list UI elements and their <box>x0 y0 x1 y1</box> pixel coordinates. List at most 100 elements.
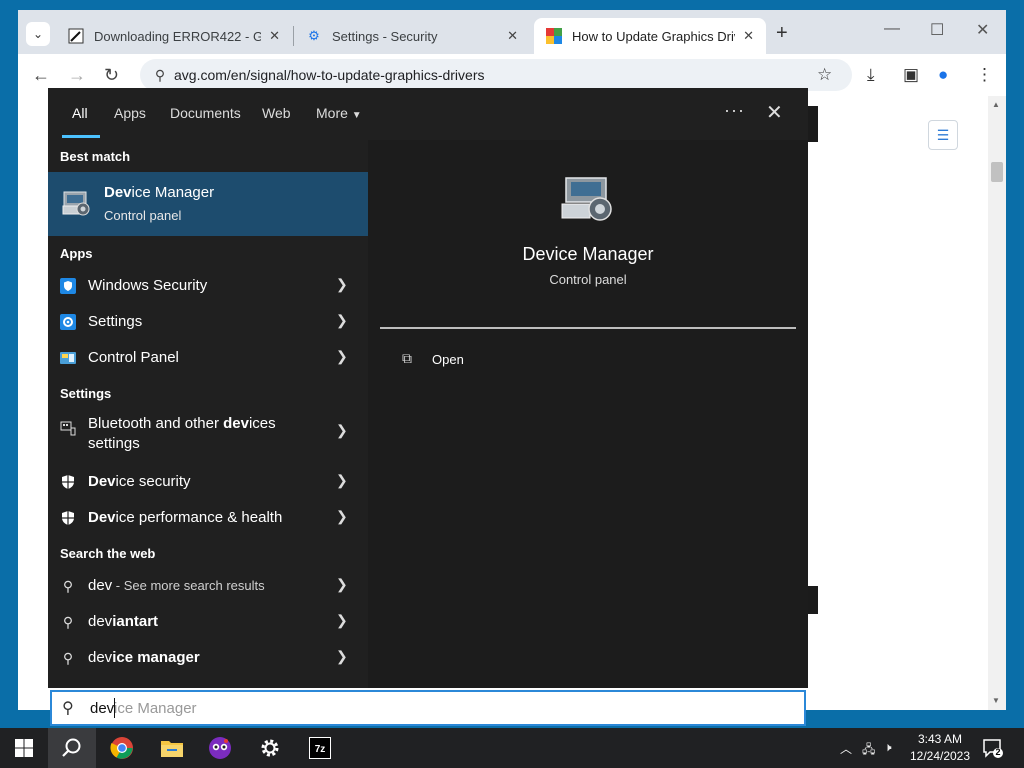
volume-muted-icon[interactable]: 🕨 <box>884 740 892 755</box>
result-settings[interactable]: Settings ❯ <box>48 304 368 340</box>
7zip-button[interactable]: 7z <box>296 728 344 768</box>
close-icon[interactable]: ✕ <box>507 28 518 44</box>
result-device-performance[interactable]: Device performance & health ❯ <box>48 500 368 536</box>
shield-icon <box>60 474 76 490</box>
result-web-deviantart[interactable]: ⚲ deviantart ❯ <box>48 604 368 640</box>
match-highlight: Dev <box>88 473 116 490</box>
tab-search-button[interactable]: ⌄ <box>26 22 50 46</box>
chevron-right-icon[interactable]: ❯ <box>336 612 348 629</box>
shield-icon <box>60 510 76 526</box>
result-label: Device security <box>88 473 191 490</box>
label-prefix: dev <box>88 613 113 630</box>
label-prefix: dev <box>88 649 113 666</box>
close-icon[interactable]: ✕ <box>269 28 280 44</box>
caret-down-icon: ▼ <box>351 110 362 121</box>
page-dark-block <box>808 586 818 614</box>
download-icon[interactable]: ⤓ <box>867 65 875 85</box>
match-highlight: Dev <box>104 184 132 201</box>
chevron-right-icon[interactable]: ❯ <box>336 422 348 439</box>
table-of-contents-icon[interactable]: ☰ <box>928 120 958 150</box>
detail-subtitle: Control panel <box>549 272 627 287</box>
url-text: avg.com/en/signal/how-to-update-graphics… <box>174 67 485 83</box>
see-more-text: - See more search results <box>112 578 265 593</box>
close-icon[interactable]: ✕ <box>766 100 783 125</box>
site-info-icon[interactable]: ⚲ <box>146 67 174 84</box>
search-icon: ⚲ <box>62 649 74 666</box>
result-web-device-manager[interactable]: ⚲ device manager ❯ <box>48 640 368 676</box>
start-button[interactable] <box>0 728 48 768</box>
result-windows-security[interactable]: Windows Security ❯ <box>48 268 368 304</box>
address-bar[interactable]: ⚲ avg.com/en/signal/how-to-update-graphi… <box>140 59 852 91</box>
search-filters: All Apps Documents Web More ▼ ··· ✕ <box>48 88 808 140</box>
settings-button[interactable] <box>246 728 294 768</box>
window-close-icon[interactable]: ✕ <box>976 20 989 40</box>
tab-title: Settings - Security <box>332 28 438 44</box>
best-match-subtitle: Control panel <box>104 208 182 223</box>
network-icon[interactable]: 🖧 <box>862 740 875 761</box>
search-input[interactable]: ⚲ dev ice Manager <box>50 690 806 726</box>
open-action[interactable]: ⧉ Open <box>402 350 502 370</box>
result-label: dev - See more search results <box>88 577 265 594</box>
file-explorer-button[interactable] <box>148 728 196 768</box>
new-tab-button[interactable]: + <box>776 22 788 45</box>
search-typed-text: dev <box>90 700 115 717</box>
tab-downloading[interactable]: Downloading ERROR422 - Gam ✕ <box>56 18 292 54</box>
label-suffix: ice security <box>115 473 191 490</box>
search-icon: ⚲ <box>62 613 74 630</box>
tab-how-to-update[interactable]: How to Update Graphics Driver ✕ <box>534 18 766 54</box>
menu-kebab-icon[interactable]: ⋮ <box>976 65 993 85</box>
chrome-icon <box>110 737 133 759</box>
chevron-right-icon[interactable]: ❯ <box>336 508 348 525</box>
result-web-dev[interactable]: ⚲ dev - See more search results ❯ <box>48 568 368 604</box>
result-device-security[interactable]: Device security ❯ <box>48 464 368 500</box>
side-panel-icon[interactable]: ▣ <box>903 65 919 85</box>
more-options-icon[interactable]: ··· <box>724 100 745 121</box>
notification-count: 2 <box>995 747 1001 757</box>
chevron-right-icon[interactable]: ❯ <box>336 648 348 665</box>
chevron-right-icon[interactable]: ❯ <box>336 472 348 489</box>
scroll-down-icon[interactable]: ▼ <box>992 696 1000 705</box>
7zip-icon: 7z <box>309 737 331 759</box>
search-icon <box>62 738 81 757</box>
gear-icon: ⚙ <box>308 28 320 43</box>
scrollbar[interactable] <box>988 96 1006 710</box>
filter-documents[interactable]: Documents <box>170 105 241 121</box>
chevron-right-icon[interactable]: ❯ <box>336 348 348 365</box>
filter-all[interactable]: All <box>72 105 88 121</box>
section-heading: Settings <box>60 386 112 401</box>
result-control-panel[interactable]: Control Panel ❯ <box>48 340 368 376</box>
reload-icon[interactable]: ↻ <box>104 65 119 86</box>
result-label: Settings <box>88 313 143 330</box>
profile-icon[interactable]: ● <box>938 65 948 85</box>
best-match-device-manager[interactable]: Device Manager Control panel <box>48 172 368 236</box>
minimize-icon[interactable]: — <box>884 20 900 38</box>
maximize-icon[interactable]: ☐ <box>930 20 944 40</box>
filter-apps[interactable]: Apps <box>114 105 146 121</box>
chevron-right-icon[interactable]: ❯ <box>336 312 348 329</box>
scroll-up-icon[interactable]: ▲ <box>992 100 1000 109</box>
filter-more[interactable]: More ▼ <box>316 105 362 121</box>
back-icon[interactable]: ← <box>32 65 50 86</box>
chevron-right-icon[interactable]: ❯ <box>336 276 348 293</box>
notification-button[interactable]: 2 <box>982 737 1004 759</box>
result-label: Windows Security <box>88 277 208 294</box>
tab-settings-security[interactable]: ⚙ Settings - Security ✕ <box>294 18 530 54</box>
label-prefix: Bluetooth and other <box>88 415 224 432</box>
taskbar-search-button[interactable] <box>48 728 96 768</box>
bookmark-star-icon[interactable]: ☆ <box>817 65 832 85</box>
chevron-right-icon[interactable]: ❯ <box>336 576 348 593</box>
filter-web[interactable]: Web <box>262 105 291 121</box>
scrollbar-thumb[interactable] <box>991 162 1003 182</box>
search-icon: ⚲ <box>62 577 74 594</box>
chrome-button[interactable] <box>98 728 146 768</box>
web-query: dev <box>88 577 113 594</box>
close-icon[interactable]: ✕ <box>743 28 754 44</box>
results-list: Best match Device Manager Control panel … <box>48 140 368 688</box>
result-label: Bluetooth and other devices settings <box>88 414 318 454</box>
result-bluetooth-devices[interactable]: Bluetooth and other devices settings ❯ <box>48 408 368 456</box>
clock[interactable]: 3:43 AM 12/24/2023 <box>904 731 976 765</box>
game-app-button[interactable] <box>196 728 244 768</box>
chevron-up-icon[interactable]: ︿ <box>840 740 852 757</box>
forward-icon[interactable]: → <box>68 65 86 86</box>
search-flyout: All Apps Documents Web More ▼ ··· ✕ Best… <box>48 88 808 688</box>
